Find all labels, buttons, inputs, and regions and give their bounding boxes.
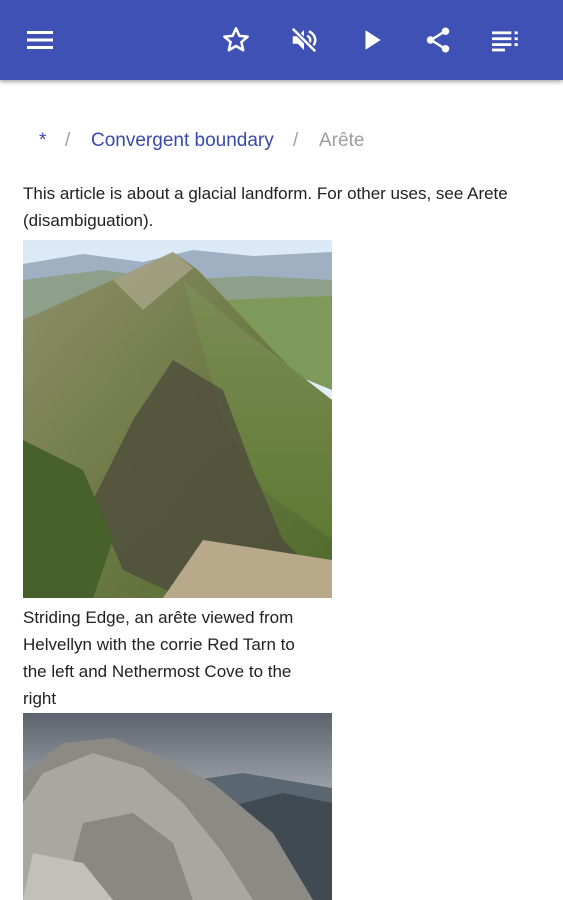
contents-list-icon: [492, 31, 518, 52]
article-hatnote: This article is about a glacial landform…: [23, 184, 508, 230]
app-toolbar: [0, 0, 563, 80]
contents-button[interactable]: [486, 20, 526, 60]
breadcrumb-home-link[interactable]: *: [39, 126, 46, 156]
play-icon: [365, 30, 381, 50]
menu-icon: [27, 31, 53, 49]
share-icon: [426, 27, 450, 53]
striding-edge-image: [23, 240, 332, 598]
striding-edge-photo[interactable]: [23, 240, 332, 598]
volume-off-icon: [290, 26, 318, 54]
breadcrumb-separator: /: [65, 130, 71, 151]
breadcrumb-current: Arête: [319, 130, 365, 151]
breadcrumb: * / Convergent boundary / Arête: [0, 126, 563, 156]
star-icon: [223, 27, 249, 52]
figure-caption: Striding Edge, an arête viewed from Helv…: [23, 608, 295, 708]
mute-button[interactable]: [284, 20, 324, 60]
play-button[interactable]: [352, 20, 392, 60]
breadcrumb-parent-link[interactable]: Convergent boundary: [91, 126, 274, 156]
breadcrumb-separator: /: [293, 130, 299, 151]
bookmark-button[interactable]: [216, 20, 256, 60]
arete-rocks-image: [23, 713, 332, 900]
share-button[interactable]: [418, 20, 458, 60]
arete-rocks-photo[interactable]: [23, 713, 332, 900]
menu-button[interactable]: [20, 20, 60, 60]
